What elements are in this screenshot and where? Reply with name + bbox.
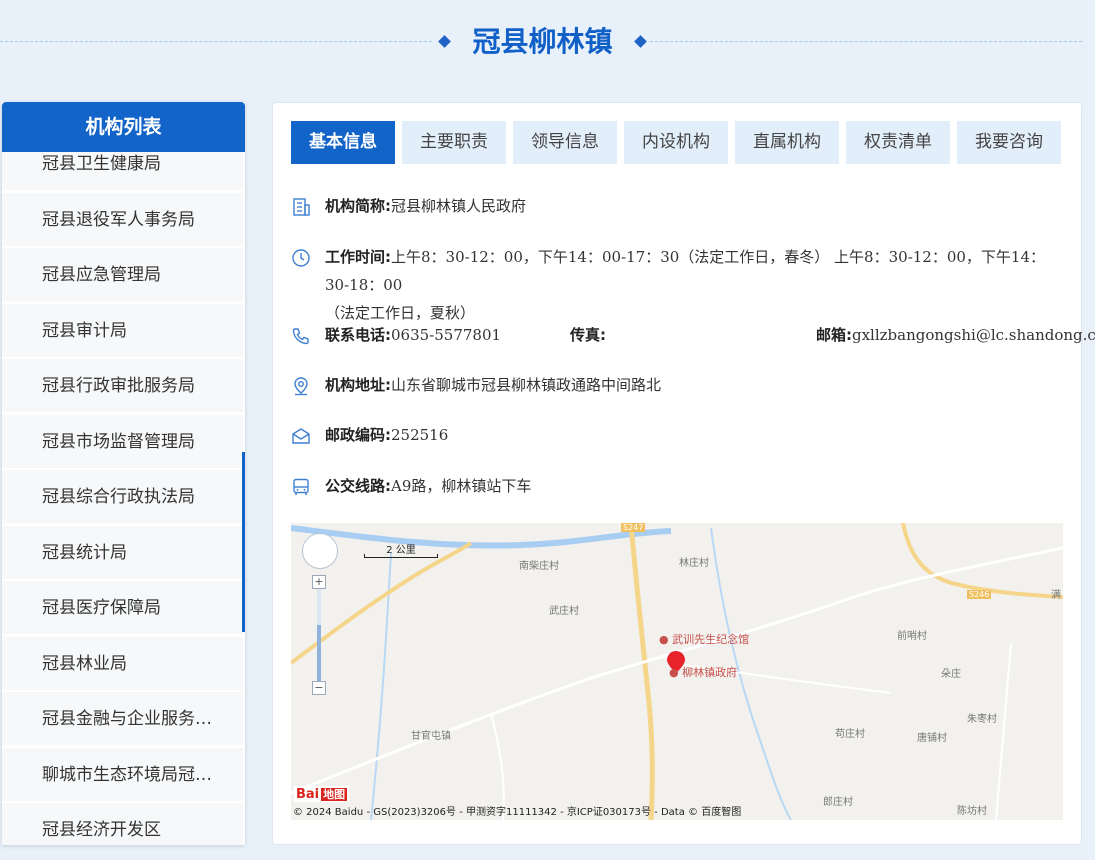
info-label: 工作时间:: [325, 248, 391, 266]
detail-panel: 基本信息 主要职责 领导信息 内设机构 直属机构 权责清单 我要咨询 机构简称:…: [272, 102, 1095, 845]
info-label: 机构简称:: [325, 197, 391, 215]
sidebar-item[interactable]: 冠县卫生健康局: [2, 152, 243, 191]
map-zoom-control[interactable]: + −: [312, 575, 326, 695]
sidebar-item[interactable]: 冠县市场监督管理局: [2, 415, 243, 469]
email-value[interactable]: gxllzbangongshi@lc.shandong.cn: [852, 326, 1095, 344]
sidebar-item[interactable]: 冠县审计局: [2, 304, 243, 358]
tab-basic-info[interactable]: 基本信息: [291, 121, 395, 164]
sidebar-item[interactable]: 冠县统计局: [2, 526, 243, 580]
phone-value: 0635-5577801: [391, 326, 502, 344]
address-value: 山东省聊城市冠县柳林镇政通路中间路北: [391, 376, 662, 394]
clock-icon: [292, 249, 310, 267]
tab-subordinate-units[interactable]: 直属机构: [735, 121, 839, 164]
sidebar-item[interactable]: 冠县行政审批服务局: [2, 359, 243, 413]
info-label: 联系电话:: [325, 326, 391, 344]
hours-value: 上午8：30-12：00，下午14：00-17：30（法定工作日，春冬） 上午8…: [325, 248, 1046, 294]
sidebar-item[interactable]: 冠县退役军人事务局: [2, 193, 243, 247]
organization-sidebar: 机构列表 冠县卫生健康局 冠县退役军人事务局 冠县应急管理局 冠县审计局 冠县行…: [2, 102, 245, 845]
baidu-map-logo: Bai 地图: [294, 786, 350, 802]
location-map[interactable]: + − 2 公里 南柴庄村 林庄村 武庄村 前哨村 朵庄 朱枣村 苟庄村 唐铺村…: [291, 523, 1063, 820]
map-label: 郎庄村: [823, 797, 853, 808]
organization-list[interactable]: 冠县卫生健康局 冠县退役军人事务局 冠县应急管理局 冠县审计局 冠县行政审批服务…: [2, 152, 245, 845]
diamond-icon: [634, 35, 647, 48]
info-label: 公交线路:: [325, 477, 391, 495]
logo-text: Bai: [296, 787, 320, 802]
sidebar-item[interactable]: 冠县医疗保障局: [2, 581, 243, 635]
map-zoom-in-button[interactable]: +: [312, 575, 326, 589]
sidebar-scrollbar[interactable]: [242, 452, 245, 632]
sidebar-title: 机构列表: [2, 102, 245, 152]
map-label: 前哨村: [897, 631, 927, 642]
map-label: 朵庄: [941, 669, 961, 680]
map-poi-memorial[interactable]: ● 武训先生纪念馆: [659, 631, 749, 647]
info-label: 邮箱:: [816, 326, 852, 344]
road-sign: S247: [621, 523, 646, 532]
info-label: 机构地址:: [325, 376, 391, 394]
map-scale: 2 公里: [364, 541, 438, 559]
info-label: 邮政编码:: [325, 426, 391, 444]
page-title: 冠县柳林镇: [472, 25, 613, 58]
tab-consult[interactable]: 我要咨询: [957, 121, 1061, 164]
poi-label: 柳林镇政府: [682, 666, 738, 679]
road-sign: S246: [967, 590, 992, 599]
tab-main-duties[interactable]: 主要职责: [402, 121, 506, 164]
short-name-value: 冠县柳林镇人民政府: [391, 197, 527, 215]
map-label: 朱枣村: [967, 714, 997, 725]
sidebar-item[interactable]: 冠县林业局: [2, 637, 243, 691]
poi-label: 武训先生纪念馆: [672, 633, 750, 646]
building-icon: [293, 198, 310, 216]
postcode-value: 252516: [391, 426, 449, 444]
phone-icon: [292, 328, 309, 345]
map-poi-government[interactable]: ● 柳林镇政府: [669, 664, 737, 680]
header-divider-right: [650, 41, 1082, 42]
map-label: 唐铺村: [917, 733, 947, 744]
info-label: 传真:: [570, 326, 606, 344]
mail-icon: [292, 428, 310, 444]
map-label: 满: [1051, 590, 1061, 601]
location-icon: [294, 377, 308, 396]
sidebar-item[interactable]: 冠县综合行政执法局: [2, 470, 243, 524]
map-pan-control[interactable]: [302, 533, 338, 569]
bus-icon: [293, 478, 309, 495]
map-label: 林庄村: [679, 558, 709, 569]
tab-internal-units[interactable]: 内设机构: [624, 121, 728, 164]
logo-sub: 地图: [321, 788, 348, 801]
diamond-icon: [438, 35, 451, 48]
map-scale-bar: [364, 554, 438, 558]
sidebar-item[interactable]: 聊城市生态环境局冠县分局: [2, 748, 243, 802]
header-divider-left: [0, 41, 432, 42]
bus-value: A9路，柳林镇站下车: [391, 477, 532, 495]
tab-responsibility-list[interactable]: 权责清单: [846, 121, 950, 164]
map-label: 陈坊村: [957, 806, 987, 817]
sidebar-item[interactable]: 冠县应急管理局: [2, 248, 243, 302]
map-zoom-level: [317, 625, 321, 681]
map-label: 甘官屯镇: [411, 731, 451, 742]
tab-leaders[interactable]: 领导信息: [513, 121, 617, 164]
map-label: 苟庄村: [835, 729, 865, 740]
map-label: 南柴庄村: [519, 561, 559, 572]
page-header: 冠县柳林镇: [0, 0, 1095, 84]
map-label: 武庄村: [549, 606, 579, 617]
map-copyright: © 2024 Baidu - GS(2023)3206号 - 甲测资字11111…: [293, 807, 742, 818]
sidebar-item[interactable]: 冠县金融与企业服务中心: [2, 692, 243, 746]
sidebar-item[interactable]: 冠县经济开发区: [2, 803, 243, 845]
map-zoom-out-button[interactable]: −: [312, 681, 326, 695]
